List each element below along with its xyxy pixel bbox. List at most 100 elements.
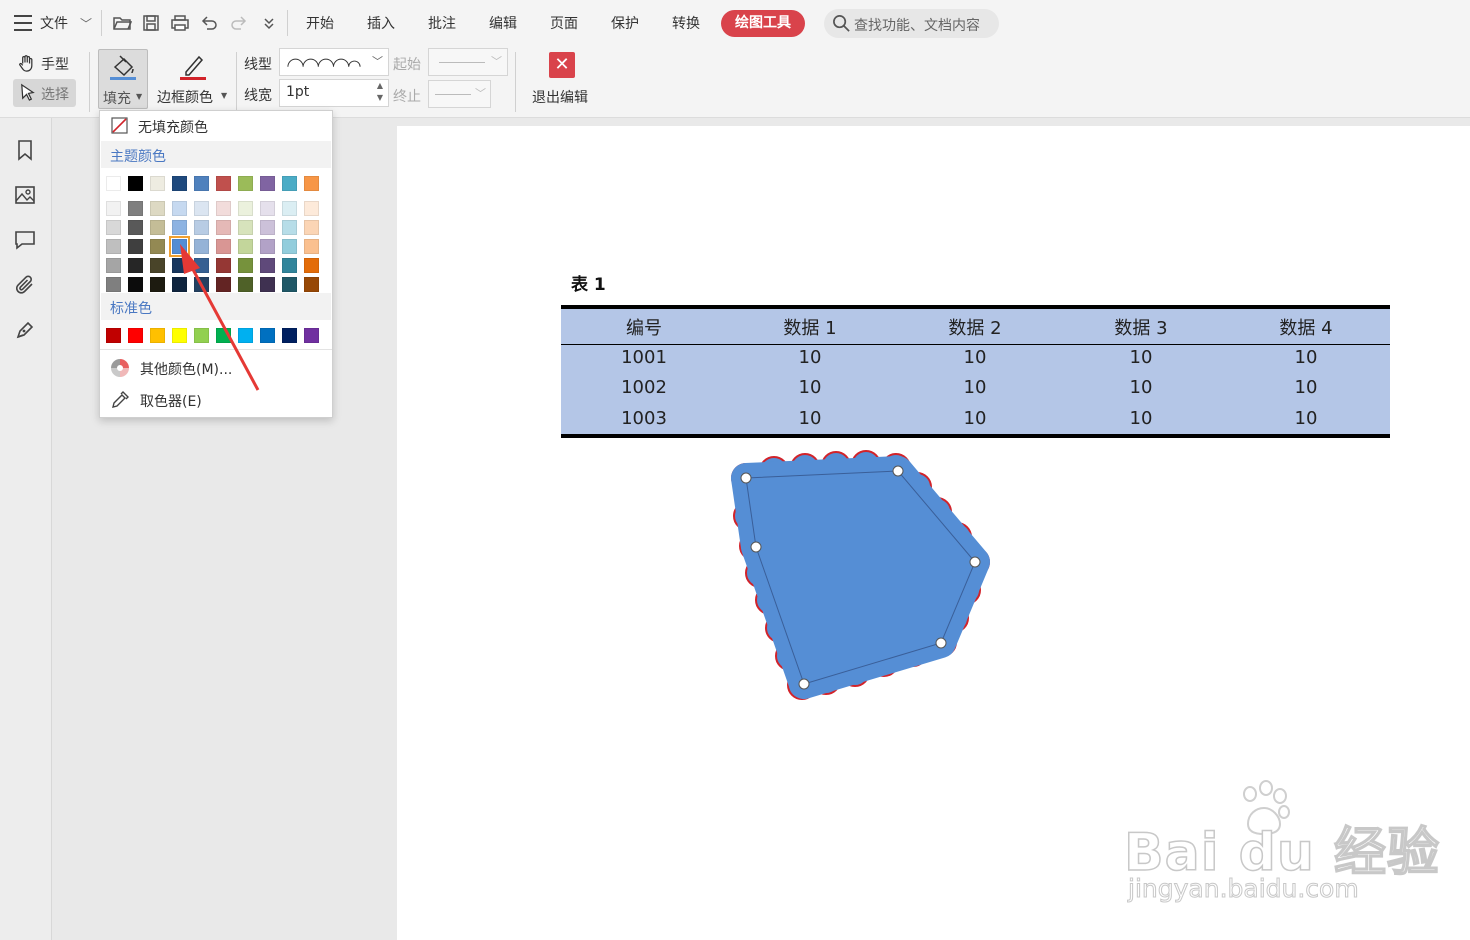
stepper-up-icon[interactable]: ▲ (377, 81, 383, 90)
theme-shade-swatch[interactable] (128, 239, 143, 254)
theme-color-swatch[interactable] (106, 176, 121, 191)
table-cell: 10 (1294, 408, 1318, 429)
undo-icon[interactable] (199, 13, 219, 33)
theme-color-swatch[interactable] (150, 176, 165, 191)
theme-shade-swatch[interactable] (282, 277, 297, 292)
standard-color-swatch[interactable] (150, 328, 165, 343)
fill-label: 填充 (103, 91, 131, 107)
search-input[interactable]: 查找功能、文档内容 (824, 9, 999, 38)
table-cell: 1001 (621, 347, 667, 368)
theme-color-swatch[interactable] (260, 176, 275, 191)
standard-color-swatch[interactable] (304, 328, 319, 343)
theme-shade-swatch[interactable] (172, 201, 187, 216)
cursor-arrow-icon (21, 83, 35, 101)
theme-shade-swatch[interactable] (304, 277, 319, 292)
tab-protect[interactable]: 保护 (611, 13, 639, 33)
theme-shade-swatch[interactable] (106, 239, 121, 254)
tab-start[interactable]: 开始 (306, 13, 334, 33)
file-menu[interactable]: 文件 (40, 13, 68, 33)
theme-shade-swatch[interactable] (128, 258, 143, 273)
theme-shade-swatch[interactable] (106, 201, 121, 216)
polygon-shape[interactable] (720, 450, 1000, 710)
exit-edit-button[interactable]: ✕ 退出编辑 (527, 50, 597, 110)
table-cell: 10 (1129, 408, 1153, 429)
chevron-down-icon: ﹀ (491, 55, 502, 68)
data-table[interactable]: 编号 数据 1 数据 2 数据 3 数据 4 1001 10 10 10 10 … (561, 305, 1390, 438)
theme-shade-swatch[interactable] (106, 277, 121, 292)
tab-page[interactable]: 页面 (550, 13, 578, 33)
theme-shade-swatch[interactable] (304, 258, 319, 273)
select-tool-button[interactable]: 选择 (13, 79, 76, 107)
signature-pen-icon[interactable] (13, 318, 37, 342)
theme-color-swatch[interactable] (216, 176, 231, 191)
line-width-label: 线宽 (244, 88, 272, 104)
theme-shade-swatch[interactable] (216, 201, 231, 216)
table-cell: 10 (798, 347, 822, 368)
theme-shade-swatch[interactable] (150, 239, 165, 254)
print-icon[interactable] (170, 13, 190, 33)
start-arrow-select[interactable]: ﹀ (428, 48, 508, 76)
save-icon[interactable] (141, 13, 161, 33)
exit-edit-label: 退出编辑 (532, 90, 588, 106)
theme-color-swatch[interactable] (282, 176, 297, 191)
fill-button[interactable]: 填充 ▼ (98, 49, 148, 109)
theme-shade-swatch[interactable] (304, 239, 319, 254)
theme-color-swatch[interactable] (238, 176, 253, 191)
tab-insert[interactable]: 插入 (367, 13, 395, 33)
theme-shade-swatch[interactable] (106, 220, 121, 235)
tab-annotate[interactable]: 批注 (428, 13, 456, 33)
theme-shade-swatch[interactable] (150, 201, 165, 216)
theme-shade-swatch[interactable] (238, 201, 253, 216)
theme-color-swatch[interactable] (194, 176, 209, 191)
theme-shade-swatch[interactable] (260, 201, 275, 216)
bookmark-icon[interactable] (13, 138, 37, 162)
end-arrow-select[interactable]: ﹀ (428, 80, 491, 108)
table-header-cell: 数据 4 (1279, 318, 1333, 339)
theme-shade-swatch[interactable] (282, 258, 297, 273)
theme-color-swatch[interactable] (304, 176, 319, 191)
tab-drawing-tools[interactable]: 绘图工具 (721, 10, 805, 37)
theme-shade-swatch[interactable] (304, 201, 319, 216)
tab-convert[interactable]: 转换 (672, 13, 700, 33)
theme-shade-swatch[interactable] (282, 220, 297, 235)
attachment-icon[interactable] (13, 273, 37, 297)
line-width-stepper[interactable]: 1pt ▲ ▼ (279, 79, 389, 107)
standard-color-swatch[interactable] (106, 328, 121, 343)
standard-color-swatch[interactable] (282, 328, 297, 343)
open-folder-icon[interactable] (112, 13, 132, 33)
theme-shade-swatch[interactable] (150, 277, 165, 292)
chevron-down-icon[interactable]: ﹀ (80, 15, 92, 32)
theme-shade-swatch[interactable] (128, 277, 143, 292)
watermark-url: jingyan.baidu.com (1128, 874, 1360, 904)
standard-color-swatch[interactable] (128, 328, 143, 343)
theme-shade-swatch[interactable] (128, 201, 143, 216)
table-cell: 1003 (621, 408, 667, 429)
hand-tool-button[interactable]: 手型 (14, 51, 76, 77)
theme-shade-swatch[interactable] (282, 201, 297, 216)
theme-shade-swatch[interactable] (128, 220, 143, 235)
tab-edit[interactable]: 编辑 (489, 13, 517, 33)
line-type-label: 线型 (244, 57, 272, 73)
stepper-down-icon[interactable]: ▼ (377, 93, 383, 102)
no-fill-option[interactable]: 无填充颜色 (100, 112, 332, 140)
theme-shade-swatch[interactable] (194, 201, 209, 216)
border-color-button[interactable]: 边框颜色 ▼ (156, 49, 232, 109)
table-cell: 10 (963, 347, 987, 368)
theme-color-swatch[interactable] (172, 176, 187, 191)
theme-shade-swatch[interactable] (282, 239, 297, 254)
image-icon[interactable] (13, 183, 37, 207)
hamburger-icon[interactable] (14, 15, 32, 31)
search-placeholder: 查找功能、文档内容 (854, 18, 980, 34)
customize-toolbar-icon[interactable] (259, 13, 279, 33)
redo-icon[interactable] (229, 13, 249, 33)
theme-color-swatch[interactable] (128, 176, 143, 191)
theme-shade-swatch[interactable] (150, 220, 165, 235)
theme-shade-swatch[interactable] (150, 258, 165, 273)
theme-colors-title: 主题颜色 (110, 149, 166, 165)
theme-shade-swatch[interactable] (106, 258, 121, 273)
theme-shade-swatch[interactable] (304, 220, 319, 235)
line-type-select[interactable]: ﹀ (279, 48, 389, 76)
chevron-down-icon: ﹀ (475, 87, 486, 100)
dropdown-caret-icon: ▼ (221, 91, 228, 100)
comment-icon[interactable] (13, 228, 37, 252)
